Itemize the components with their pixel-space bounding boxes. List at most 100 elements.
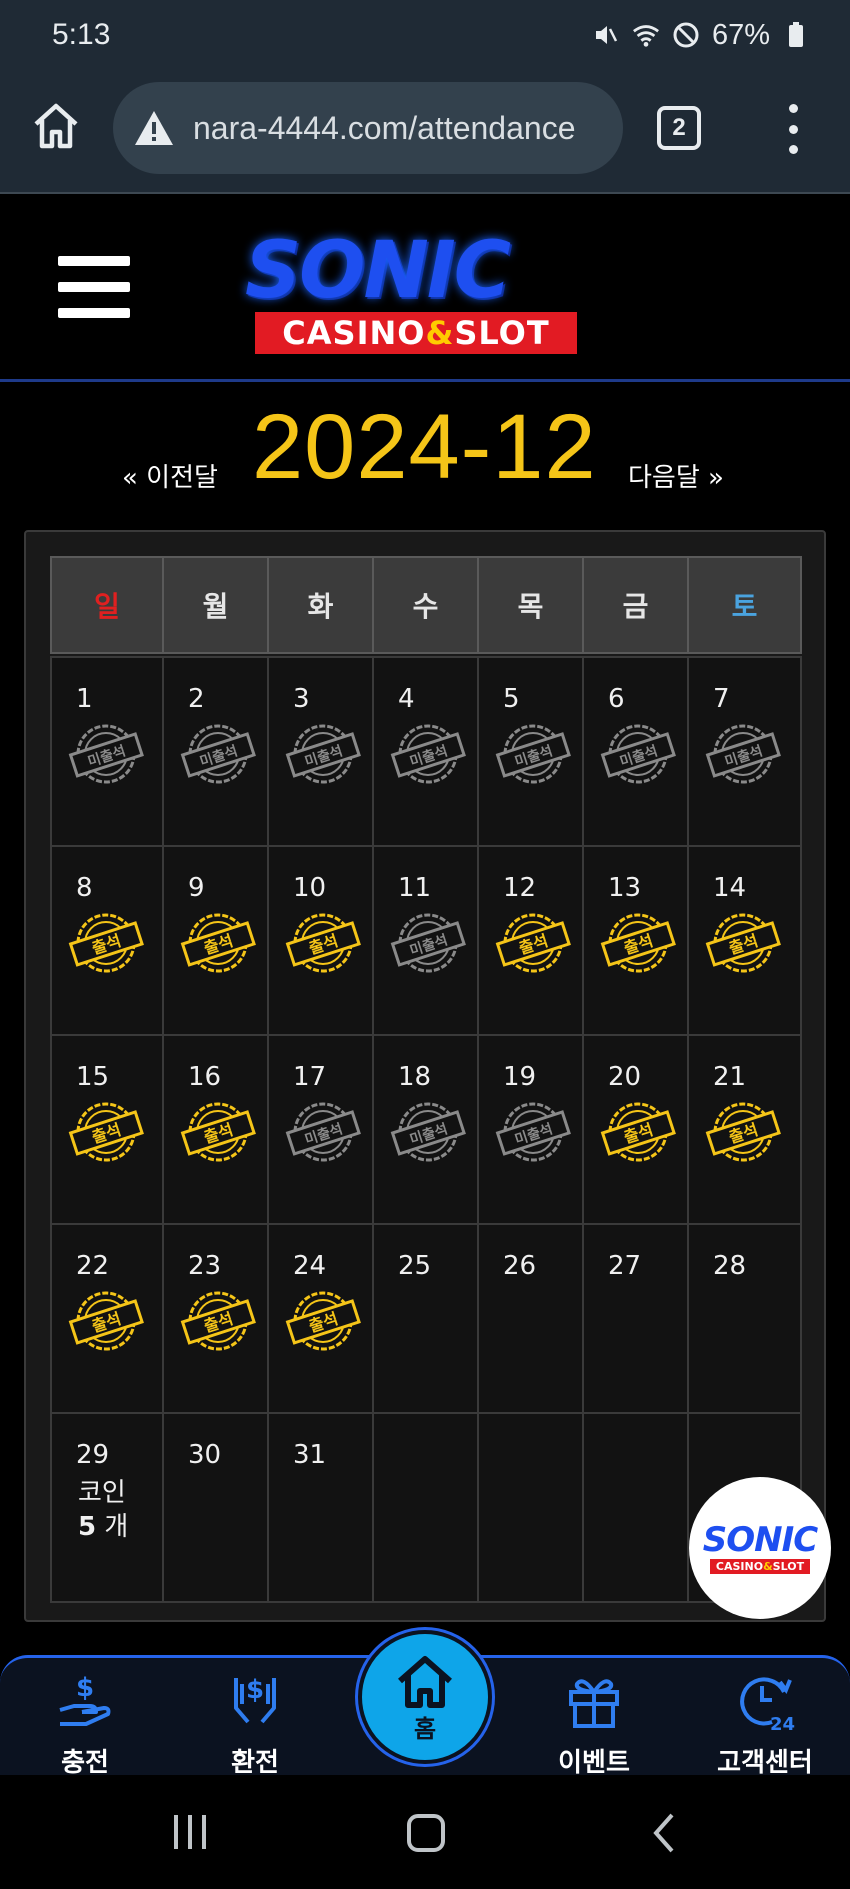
nav-support[interactable]: 24 고객센터 xyxy=(705,1668,825,1779)
day-number: 28 xyxy=(713,1251,747,1281)
exchange-icon: $ xyxy=(234,1675,276,1724)
address-bar[interactable]: nara-4444.com/attendance xyxy=(113,82,623,174)
home-icon xyxy=(398,1655,452,1708)
calendar-day-cell[interactable]: 14 출석 xyxy=(687,845,802,1036)
battery-icon xyxy=(782,21,810,49)
android-home-icon[interactable] xyxy=(406,1813,446,1853)
day-number: 3 xyxy=(293,684,310,714)
day-number: 21 xyxy=(713,1062,747,1092)
calendar-day-cell[interactable]: 7 미출석 xyxy=(687,656,802,847)
calendar-day-cell[interactable]: 26 xyxy=(477,1223,584,1414)
weekday-header: 일 월 화 수 목 금 토 xyxy=(50,556,802,654)
browser-home-icon[interactable] xyxy=(30,100,82,152)
day-number: 23 xyxy=(188,1251,222,1281)
absent-stamp: 미출석 xyxy=(495,724,571,784)
day-number: 5 xyxy=(503,684,520,714)
attended-stamp: 출석 xyxy=(180,1102,256,1162)
day-number: 10 xyxy=(293,873,327,903)
calendar-day-cell[interactable]: 6 미출석 xyxy=(582,656,689,847)
day-number: 25 xyxy=(398,1251,432,1281)
attended-stamp: 출석 xyxy=(180,913,256,973)
day-number: 20 xyxy=(608,1062,642,1092)
calendar-day-cell[interactable]: 13 출석 xyxy=(582,845,689,1036)
page: 5:13 67% nara-4444.com/attendance 2 SONI… xyxy=(0,0,850,1889)
calendar-day-cell[interactable]: 2 미출석 xyxy=(162,656,269,847)
site-logo[interactable]: SONIC CASINO & SLOT xyxy=(215,226,615,356)
day-number: 1 xyxy=(76,684,93,714)
status-bar: 5:13 67% xyxy=(0,0,850,70)
calendar-day-cell[interactable]: 3 미출석 xyxy=(267,656,374,847)
nav-charge[interactable]: $ 충전 xyxy=(25,1668,145,1779)
nav-home-button[interactable]: 홈 xyxy=(358,1630,492,1764)
svg-text:$: $ xyxy=(76,1673,94,1703)
calendar-day-cell[interactable]: 4 미출석 xyxy=(372,656,479,847)
calendar-day-cell[interactable]: 30 xyxy=(162,1412,269,1603)
day-number: 12 xyxy=(503,873,537,903)
status-icons: 67% xyxy=(592,19,810,52)
calendar-day-cell[interactable]: 22 출석 xyxy=(50,1223,164,1414)
mute-icon xyxy=(592,21,620,49)
calendar-day-cell[interactable]: 21 출석 xyxy=(687,1034,802,1225)
absent-stamp: 미출석 xyxy=(390,724,466,784)
floating-logo-button[interactable]: SONIC CASINO&SLOT xyxy=(689,1477,831,1619)
calendar-day-cell[interactable]: 18 미출석 xyxy=(372,1034,479,1225)
day-number: 30 xyxy=(188,1440,222,1470)
day-number: 31 xyxy=(293,1440,327,1470)
calendar-day-cell[interactable]: 17 미출석 xyxy=(267,1034,374,1225)
day-number: 18 xyxy=(398,1062,432,1092)
calendar-day-cell[interactable]: 28 xyxy=(687,1223,802,1414)
back-icon[interactable] xyxy=(650,1813,678,1853)
calendar-day-cell[interactable]: 29 코인 5 개 xyxy=(50,1412,164,1603)
url-text: nara-4444.com/attendance xyxy=(193,109,576,146)
nav-exchange[interactable]: $ 환전 xyxy=(195,1668,315,1779)
weekday-mon: 월 xyxy=(162,556,269,654)
day-number: 4 xyxy=(398,684,415,714)
calendar-day-cell[interactable]: 19 미출석 xyxy=(477,1034,584,1225)
absent-stamp: 미출석 xyxy=(180,724,256,784)
calendar-day-cell[interactable]: 11 미출석 xyxy=(372,845,479,1036)
coin-reward: 코인 5 개 xyxy=(78,1478,129,1542)
calendar-day-cell[interactable]: 15 출석 xyxy=(50,1034,164,1225)
nav-event[interactable]: 이벤트 xyxy=(534,1668,654,1779)
month-navigation: « 이전달 2024-12 다음달 » xyxy=(0,395,850,505)
browser-menu-icon[interactable] xyxy=(780,104,806,154)
weekday-sat: 토 xyxy=(687,556,802,654)
attended-stamp: 출석 xyxy=(285,913,361,973)
calendar-grid: 1 미출석 2 미출석 3 미출석 4 미출석 5 미출석 6 미출석 7 미출석 8 출석 9 출석 10 출석 11… xyxy=(50,656,802,1603)
do-not-disturb-icon xyxy=(672,21,700,49)
calendar-day-cell[interactable]: 5 미출석 xyxy=(477,656,584,847)
svg-text:24: 24 xyxy=(770,1714,795,1734)
calendar-day-cell[interactable]: 25 xyxy=(372,1223,479,1414)
recent-apps-icon[interactable] xyxy=(170,1813,210,1851)
day-number: 15 xyxy=(76,1062,110,1092)
calendar-day-cell[interactable]: 1 미출석 xyxy=(50,656,164,847)
status-time: 5:13 xyxy=(52,18,111,51)
day-number: 19 xyxy=(503,1062,537,1092)
calendar-day-cell[interactable]: 12 출석 xyxy=(477,845,584,1036)
prev-month-link[interactable]: « 이전달 xyxy=(122,457,218,494)
calendar-day-cell[interactable]: 9 출석 xyxy=(162,845,269,1036)
attended-stamp: 출석 xyxy=(495,913,571,973)
attended-stamp: 출석 xyxy=(600,1102,676,1162)
day-number: 29 xyxy=(76,1440,110,1470)
day-number: 6 xyxy=(608,684,625,714)
hamburger-menu-icon[interactable] xyxy=(58,256,130,318)
calendar-day-cell[interactable]: 24 출석 xyxy=(267,1223,374,1414)
next-month-link[interactable]: 다음달 » xyxy=(628,457,724,494)
day-number: 13 xyxy=(608,873,642,903)
calendar-day-cell xyxy=(372,1412,479,1603)
absent-stamp: 미출석 xyxy=(285,1102,361,1162)
absent-stamp: 미출석 xyxy=(495,1102,571,1162)
calendar-day-cell[interactable]: 10 출석 xyxy=(267,845,374,1036)
calendar-day-cell[interactable]: 27 xyxy=(582,1223,689,1414)
calendar-day-cell[interactable]: 20 출석 xyxy=(582,1034,689,1225)
calendar-day-cell[interactable]: 23 출석 xyxy=(162,1223,269,1414)
attended-stamp: 출석 xyxy=(600,913,676,973)
day-number: 27 xyxy=(608,1251,642,1281)
calendar-day-cell[interactable]: 16 출석 xyxy=(162,1034,269,1225)
calendar-day-cell xyxy=(582,1412,689,1603)
calendar-day-cell[interactable]: 31 xyxy=(267,1412,374,1603)
day-number: 8 xyxy=(76,873,93,903)
calendar-day-cell[interactable]: 8 출석 xyxy=(50,845,164,1036)
tab-switcher-button[interactable]: 2 xyxy=(657,106,701,150)
